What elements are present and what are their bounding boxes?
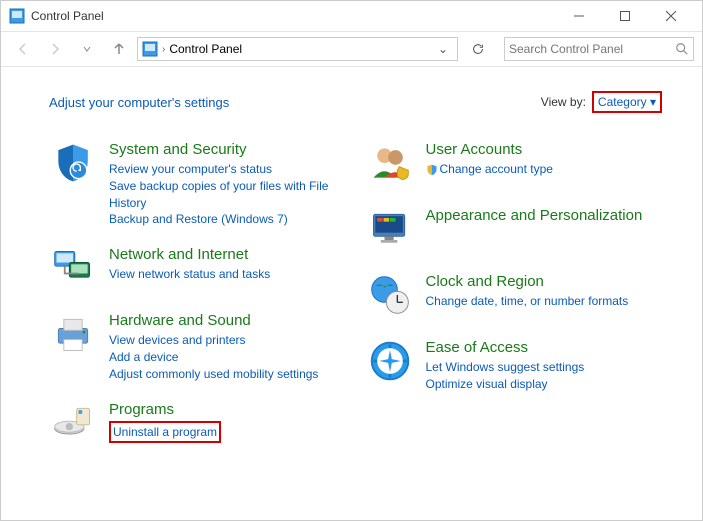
category-link[interactable]: Adjust commonly used mobility settings — [109, 366, 346, 383]
category-link[interactable]: View network status and tasks — [109, 266, 346, 283]
back-button[interactable] — [9, 35, 37, 63]
breadcrumb[interactable]: Control Panel — [169, 42, 242, 56]
shield-small-icon — [426, 164, 438, 176]
close-button[interactable] — [648, 1, 694, 31]
category-ease-of-access: Ease of Access Let Windows suggest setti… — [366, 339, 663, 393]
view-by-dropdown[interactable]: Category ▾ — [592, 91, 662, 113]
forward-button[interactable] — [41, 35, 69, 63]
category-system-security: System and Security Review your computer… — [49, 141, 346, 228]
title-bar: Control Panel — [1, 1, 702, 31]
control-panel-icon — [142, 41, 158, 57]
category-title[interactable]: Hardware and Sound — [109, 312, 346, 330]
printer-icon — [49, 312, 97, 360]
category-user-accounts: User Accounts Change account type — [366, 141, 663, 189]
category-title[interactable]: System and Security — [109, 141, 346, 159]
left-column: System and Security Review your computer… — [49, 141, 346, 467]
programs-icon — [49, 401, 97, 449]
category-link[interactable]: View devices and printers — [109, 332, 346, 349]
category-link[interactable]: Backup and Restore (Windows 7) — [109, 211, 346, 228]
category-title[interactable]: Ease of Access — [426, 339, 663, 357]
category-link[interactable]: Let Windows suggest settings — [426, 359, 663, 376]
search-box[interactable] — [504, 37, 694, 61]
address-dropdown[interactable]: ⌄ — [433, 42, 453, 56]
category-link[interactable]: Save backup copies of your files with Fi… — [109, 178, 346, 212]
control-panel-icon — [9, 8, 25, 24]
category-hardware-sound: Hardware and Sound View devices and prin… — [49, 312, 346, 382]
refresh-button[interactable] — [464, 37, 492, 61]
address-bar[interactable]: › Control Panel ⌄ — [137, 37, 458, 61]
minimize-button[interactable] — [556, 1, 602, 31]
category-programs: Programs Uninstall a program — [49, 401, 346, 449]
right-column: User Accounts Change account type Appear… — [366, 141, 663, 467]
chevron-down-icon: ▾ — [650, 95, 656, 109]
category-appearance: Appearance and Personalization — [366, 207, 663, 255]
category-link[interactable]: Change date, time, or number formats — [426, 293, 663, 310]
uninstall-program-link[interactable]: Uninstall a program — [109, 421, 221, 444]
category-clock-region: Clock and Region Change date, time, or n… — [366, 273, 663, 321]
ease-of-access-icon — [366, 339, 414, 387]
navigation-bar: › Control Panel ⌄ — [1, 31, 702, 67]
shield-icon — [49, 141, 97, 189]
category-link[interactable]: Optimize visual display — [426, 376, 663, 393]
search-input[interactable] — [509, 42, 675, 56]
category-link[interactable]: Review your computer's status — [109, 161, 346, 178]
view-by-control: View by: Category ▾ — [541, 91, 662, 113]
category-network-internet: Network and Internet View network status… — [49, 246, 346, 294]
category-title[interactable]: Appearance and Personalization — [426, 207, 663, 225]
users-icon — [366, 141, 414, 189]
view-by-label: View by: — [541, 95, 586, 109]
up-button[interactable] — [105, 35, 133, 63]
recent-dropdown[interactable] — [73, 35, 101, 63]
chevron-right-icon[interactable]: › — [162, 44, 165, 55]
monitor-icon — [366, 207, 414, 255]
content-area: Adjust your computer's settings View by:… — [1, 67, 702, 491]
maximize-button[interactable] — [602, 1, 648, 31]
category-link[interactable]: Change account type — [426, 161, 663, 178]
clock-globe-icon — [366, 273, 414, 321]
window-title: Control Panel — [31, 9, 104, 23]
category-title[interactable]: Programs — [109, 401, 346, 419]
search-icon[interactable] — [675, 42, 689, 56]
network-icon — [49, 246, 97, 294]
category-title[interactable]: Network and Internet — [109, 246, 346, 264]
category-link[interactable]: Add a device — [109, 349, 346, 366]
category-title[interactable]: Clock and Region — [426, 273, 663, 291]
page-title: Adjust your computer's settings — [49, 95, 229, 110]
category-title[interactable]: User Accounts — [426, 141, 663, 159]
